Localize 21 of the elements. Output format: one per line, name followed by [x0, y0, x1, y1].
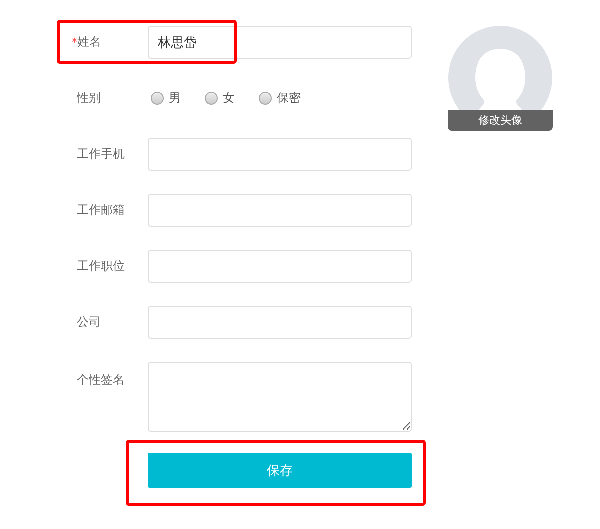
field-label: 公司 [77, 314, 101, 331]
input-field[interactable] [148, 138, 412, 171]
field-label: 工作邮箱 [77, 202, 125, 219]
field-label: 工作手机 [77, 146, 125, 163]
text-area[interactable] [148, 362, 412, 432]
radio-label: 女 [223, 90, 235, 107]
input-field[interactable] [148, 306, 412, 339]
radio-label: 保密 [277, 90, 301, 107]
input-field[interactable] [148, 250, 412, 283]
radio-label: 男 [169, 90, 181, 107]
radio-button[interactable] [259, 92, 272, 105]
field-label: 工作职位 [77, 258, 125, 275]
field-label: 姓名 [78, 34, 102, 51]
required-mark: * [72, 36, 78, 49]
change-avatar-button[interactable]: 修改头像 [448, 110, 553, 131]
input-field[interactable] [148, 194, 412, 227]
field-label: 个性签名 [77, 372, 125, 389]
radio-button[interactable] [205, 92, 218, 105]
radio-button[interactable] [151, 92, 164, 105]
input-field[interactable]: 林思岱 [148, 26, 412, 59]
field-label: 性别 [77, 90, 101, 107]
